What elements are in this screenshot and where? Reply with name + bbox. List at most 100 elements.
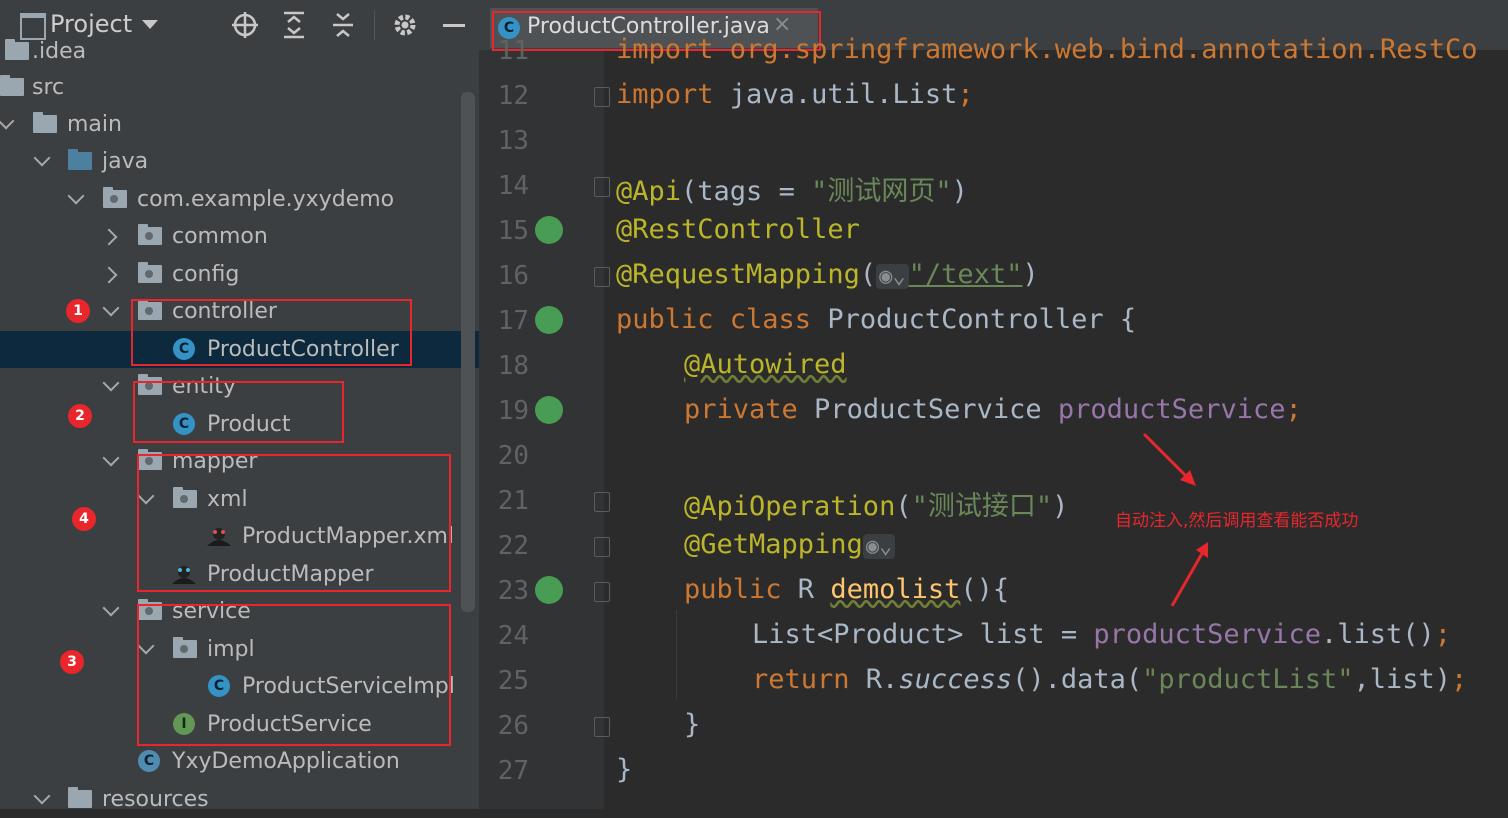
globe-inlay-icon[interactable]: ◉⌄ [876, 264, 909, 289]
code-line-14: @Api(tags = "测试网页") [616, 169, 968, 208]
code-semicolon: ; [1451, 664, 1468, 695]
chevron-right-icon[interactable] [100, 228, 118, 246]
project-scrollbar[interactable] [461, 92, 475, 612]
code-text: ( [895, 491, 912, 522]
code-keyword: import [616, 79, 714, 110]
tree-item-label: YxyDemoApplication [172, 749, 400, 774]
folder-icon [5, 39, 29, 60]
code-text: (tags = [681, 176, 812, 207]
annotation-badge-3: 3 [60, 650, 84, 674]
fold-marker-icon[interactable] [594, 717, 610, 737]
autowired-navigate-icon[interactable] [535, 396, 563, 424]
tree-item-java[interactable]: java [0, 143, 479, 180]
fold-marker-icon[interactable] [594, 537, 610, 557]
chevron-down-icon[interactable] [0, 112, 15, 130]
line-number: 12 [497, 81, 529, 111]
tree-item-label: java [102, 149, 149, 174]
folder-icon [33, 112, 57, 133]
highlight-box-controller [131, 299, 412, 366]
fold-marker-icon[interactable] [594, 582, 610, 602]
package-icon [138, 262, 162, 283]
code-text: ProductController { [811, 304, 1137, 335]
line-number: 24 [497, 621, 529, 651]
code-string: "productList" [1142, 664, 1354, 695]
code-text: } [684, 709, 701, 740]
code-annotation: @RequestMapping [616, 259, 860, 290]
fold-marker-icon[interactable] [594, 87, 610, 107]
line-number: 15 [497, 216, 529, 246]
spring-bean-icon[interactable] [535, 216, 563, 244]
line-number: 14 [497, 171, 529, 201]
chevron-down-icon[interactable] [33, 787, 51, 805]
hide-panel-icon[interactable] [443, 24, 465, 27]
tree-item-config[interactable]: config [0, 256, 479, 293]
package-icon [103, 187, 127, 208]
annotation-note: 自动注入,然后调用查看能否成功 [1115, 511, 1359, 531]
chevron-down-icon[interactable] [102, 374, 120, 392]
chevron-down-icon[interactable] [102, 299, 120, 317]
spring-boot-class-icon: C [138, 750, 160, 772]
chevron-down-icon[interactable] [102, 599, 120, 617]
tree-item-application[interactable]: C YxyDemoApplication [0, 743, 479, 780]
tree-item-common[interactable]: common [0, 218, 479, 255]
chevron-down-icon[interactable] [67, 187, 85, 205]
code-keyword: private [684, 394, 798, 425]
chevron-right-icon[interactable] [100, 266, 118, 284]
code-text: .list() [1320, 619, 1435, 650]
code-semicolon: ; [1434, 619, 1452, 650]
line-number: 22 [497, 531, 529, 561]
line-number: 13 [497, 126, 529, 156]
fold-marker-icon[interactable] [594, 177, 610, 197]
annotation-badge-4: 4 [72, 507, 96, 531]
code-text: ) [951, 176, 968, 207]
annotation-badge-2: 2 [68, 404, 92, 428]
line-number: 19 [497, 396, 529, 426]
tree-item-label: common [172, 224, 268, 249]
line-number: 21 [497, 486, 529, 516]
tree-item-label: com.example.yxydemo [137, 187, 395, 212]
highlight-box-entity [133, 381, 344, 443]
tree-item-package[interactable]: com.example.yxydemo [0, 181, 479, 218]
code-line-24: List<Product> list = productService.list… [752, 619, 1451, 650]
tree-item-label: resources [102, 787, 209, 812]
fold-marker-icon[interactable] [594, 492, 610, 512]
globe-inlay-icon[interactable]: ◉⌄ [862, 534, 896, 559]
package-icon [138, 224, 162, 245]
fold-marker-icon[interactable] [594, 267, 610, 287]
resources-folder-icon [68, 787, 92, 808]
tree-item-label: main [67, 112, 122, 137]
annotation-badge-1: 1 [66, 299, 90, 323]
chevron-down-icon[interactable] [102, 449, 120, 467]
request-mapping-icon[interactable] [535, 576, 563, 604]
tree-item-resources[interactable]: resources [0, 781, 479, 818]
code-text: (){ [960, 574, 1010, 605]
chevron-down-icon[interactable] [33, 149, 51, 167]
spring-bean-icon[interactable] [535, 306, 563, 334]
code-text: ( [859, 259, 877, 290]
highlight-box-mapper [137, 454, 451, 592]
code-text: ) [1022, 259, 1039, 290]
tree-item-label: .idea [32, 39, 87, 64]
line-number: 20 [497, 441, 529, 471]
code-keyword: return [752, 664, 850, 695]
code-line-23: public R demolist(){ [684, 574, 1009, 605]
code-editor[interactable] [479, 50, 1508, 809]
code-string: "/text" [908, 259, 1023, 290]
code-text: R [781, 574, 831, 605]
code-annotation: @GetMapping [684, 529, 863, 560]
line-number: 18 [497, 351, 529, 381]
tree-item-main[interactable]: main [0, 106, 479, 143]
code-text: ProductService [797, 394, 1058, 425]
tree-item-idea[interactable]: .idea [0, 33, 479, 70]
code-keyword: public [684, 574, 782, 605]
code-text: ().data( [1012, 664, 1143, 695]
highlight-box-service [137, 604, 451, 746]
code-text: ) [1052, 491, 1069, 522]
tree-item-src[interactable]: src [0, 69, 479, 106]
line-number: 26 [497, 711, 529, 741]
code-method-name: demolist [830, 574, 961, 605]
code-string: "测试网页" [811, 176, 952, 207]
code-text: ,list) [1353, 664, 1452, 695]
line-number: 27 [497, 756, 529, 786]
view-dropdown-icon[interactable] [142, 20, 158, 29]
